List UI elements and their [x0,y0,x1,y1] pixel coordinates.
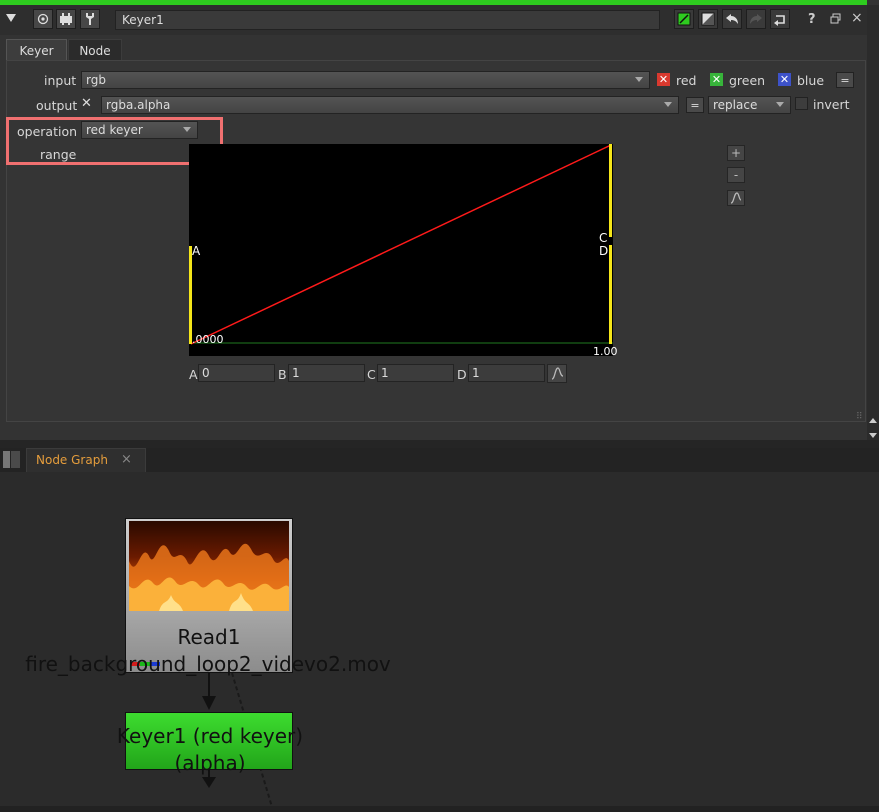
redo-icon[interactable] [746,9,766,29]
read-node[interactable] [125,518,293,673]
revert-icon[interactable] [770,9,790,29]
panel-divider[interactable] [0,440,879,448]
chevron-down-icon [776,102,784,107]
tab-node[interactable]: Node [68,39,122,61]
add-point-button[interactable]: + [727,145,745,161]
panel-scrollbar[interactable] [867,5,879,440]
output-dropdown[interactable]: rgba.alpha [101,96,679,114]
invert-label: invert [813,97,850,112]
red-channel-checkbox[interactable]: ✕ [657,73,670,86]
marker-c: C [599,231,608,245]
marker-d: D [599,244,609,258]
blue-channel-checkbox[interactable]: ✕ [778,73,791,86]
keyer-node-subtitle: (alpha) [174,751,246,775]
input-dropdown[interactable]: rgb [81,71,650,89]
green-channel-checkbox[interactable]: ✕ [710,73,723,86]
font-color-icon[interactable] [698,9,718,29]
node-graph-icon[interactable] [56,9,76,29]
resize-grip-icon[interactable]: ⠿ [856,412,863,422]
output-x-icon[interactable]: ✕ [81,96,92,111]
handle-c[interactable] [609,144,612,237]
arrow-down-icon [202,696,216,710]
field-b-label: B [278,367,287,382]
invert-checkbox[interactable] [795,97,808,110]
input-label: input [44,73,77,88]
output-link-button[interactable]: = [686,97,704,113]
node-name-field[interactable]: Keyer1 [115,10,660,30]
handle-d[interactable] [609,245,612,344]
help-icon[interactable]: ? [808,12,816,27]
keyer-node-title: Keyer1 (red keyer) [116,724,304,748]
range-curve-line [190,144,612,345]
fire-thumbnail [129,521,289,611]
field-b-input[interactable]: 1 [288,364,365,382]
input-link-button[interactable]: = [836,72,854,88]
read-node-title: Read1 [177,625,241,649]
node-color-icon[interactable] [674,9,694,29]
range-curve-editor[interactable]: A C D .0000 1.00 [189,144,618,358]
tab-keyer[interactable]: Keyer [6,39,67,61]
panel-menu-icon[interactable] [3,451,20,468]
curve-editor-icon[interactable] [547,364,567,383]
field-d-label: D [457,367,467,382]
remove-point-button[interactable]: - [727,167,745,183]
handle-a[interactable] [189,246,192,344]
output-label: output [36,98,78,113]
red-channel-label: red [676,73,697,88]
undo-icon[interactable] [722,9,742,29]
curve-icon[interactable] [727,190,745,206]
chevron-down-icon [664,102,672,107]
tab-node-graph[interactable]: Node Graph × [26,448,146,472]
node-graph-tab-label: Node Graph [36,453,108,467]
read-node-file: fire_background_loop2_videvo2.mov [25,652,391,676]
chevron-down-icon [635,77,643,82]
replace-value: replace [713,98,758,112]
collapse-triangle-icon[interactable] [6,12,18,26]
green-channel-label: green [729,73,766,88]
marker-a: A [192,244,201,258]
replace-dropdown[interactable]: replace [708,96,791,114]
x-start-label: .0000 [192,333,224,346]
scroll-up-icon[interactable] [869,413,878,427]
arrow-down-icon [202,777,216,788]
wrench-icon[interactable] [80,9,100,29]
x-end-label: 1.00 [593,345,618,358]
field-a-input[interactable]: 0 [198,364,275,382]
bottom-bar [0,806,879,812]
field-a-label: A [189,367,198,382]
center-node-icon[interactable] [33,9,53,29]
float-panel-icon[interactable] [830,13,841,27]
close-icon[interactable]: × [851,10,863,26]
output-value: rgba.alpha [106,98,171,112]
field-c-input[interactable]: 1 [377,364,454,382]
field-d-input[interactable]: 1 [468,364,545,382]
field-c-label: C [367,367,376,382]
close-tab-icon[interactable]: × [121,449,132,471]
blue-channel-label: blue [797,73,825,88]
input-value: rgb [86,73,106,87]
